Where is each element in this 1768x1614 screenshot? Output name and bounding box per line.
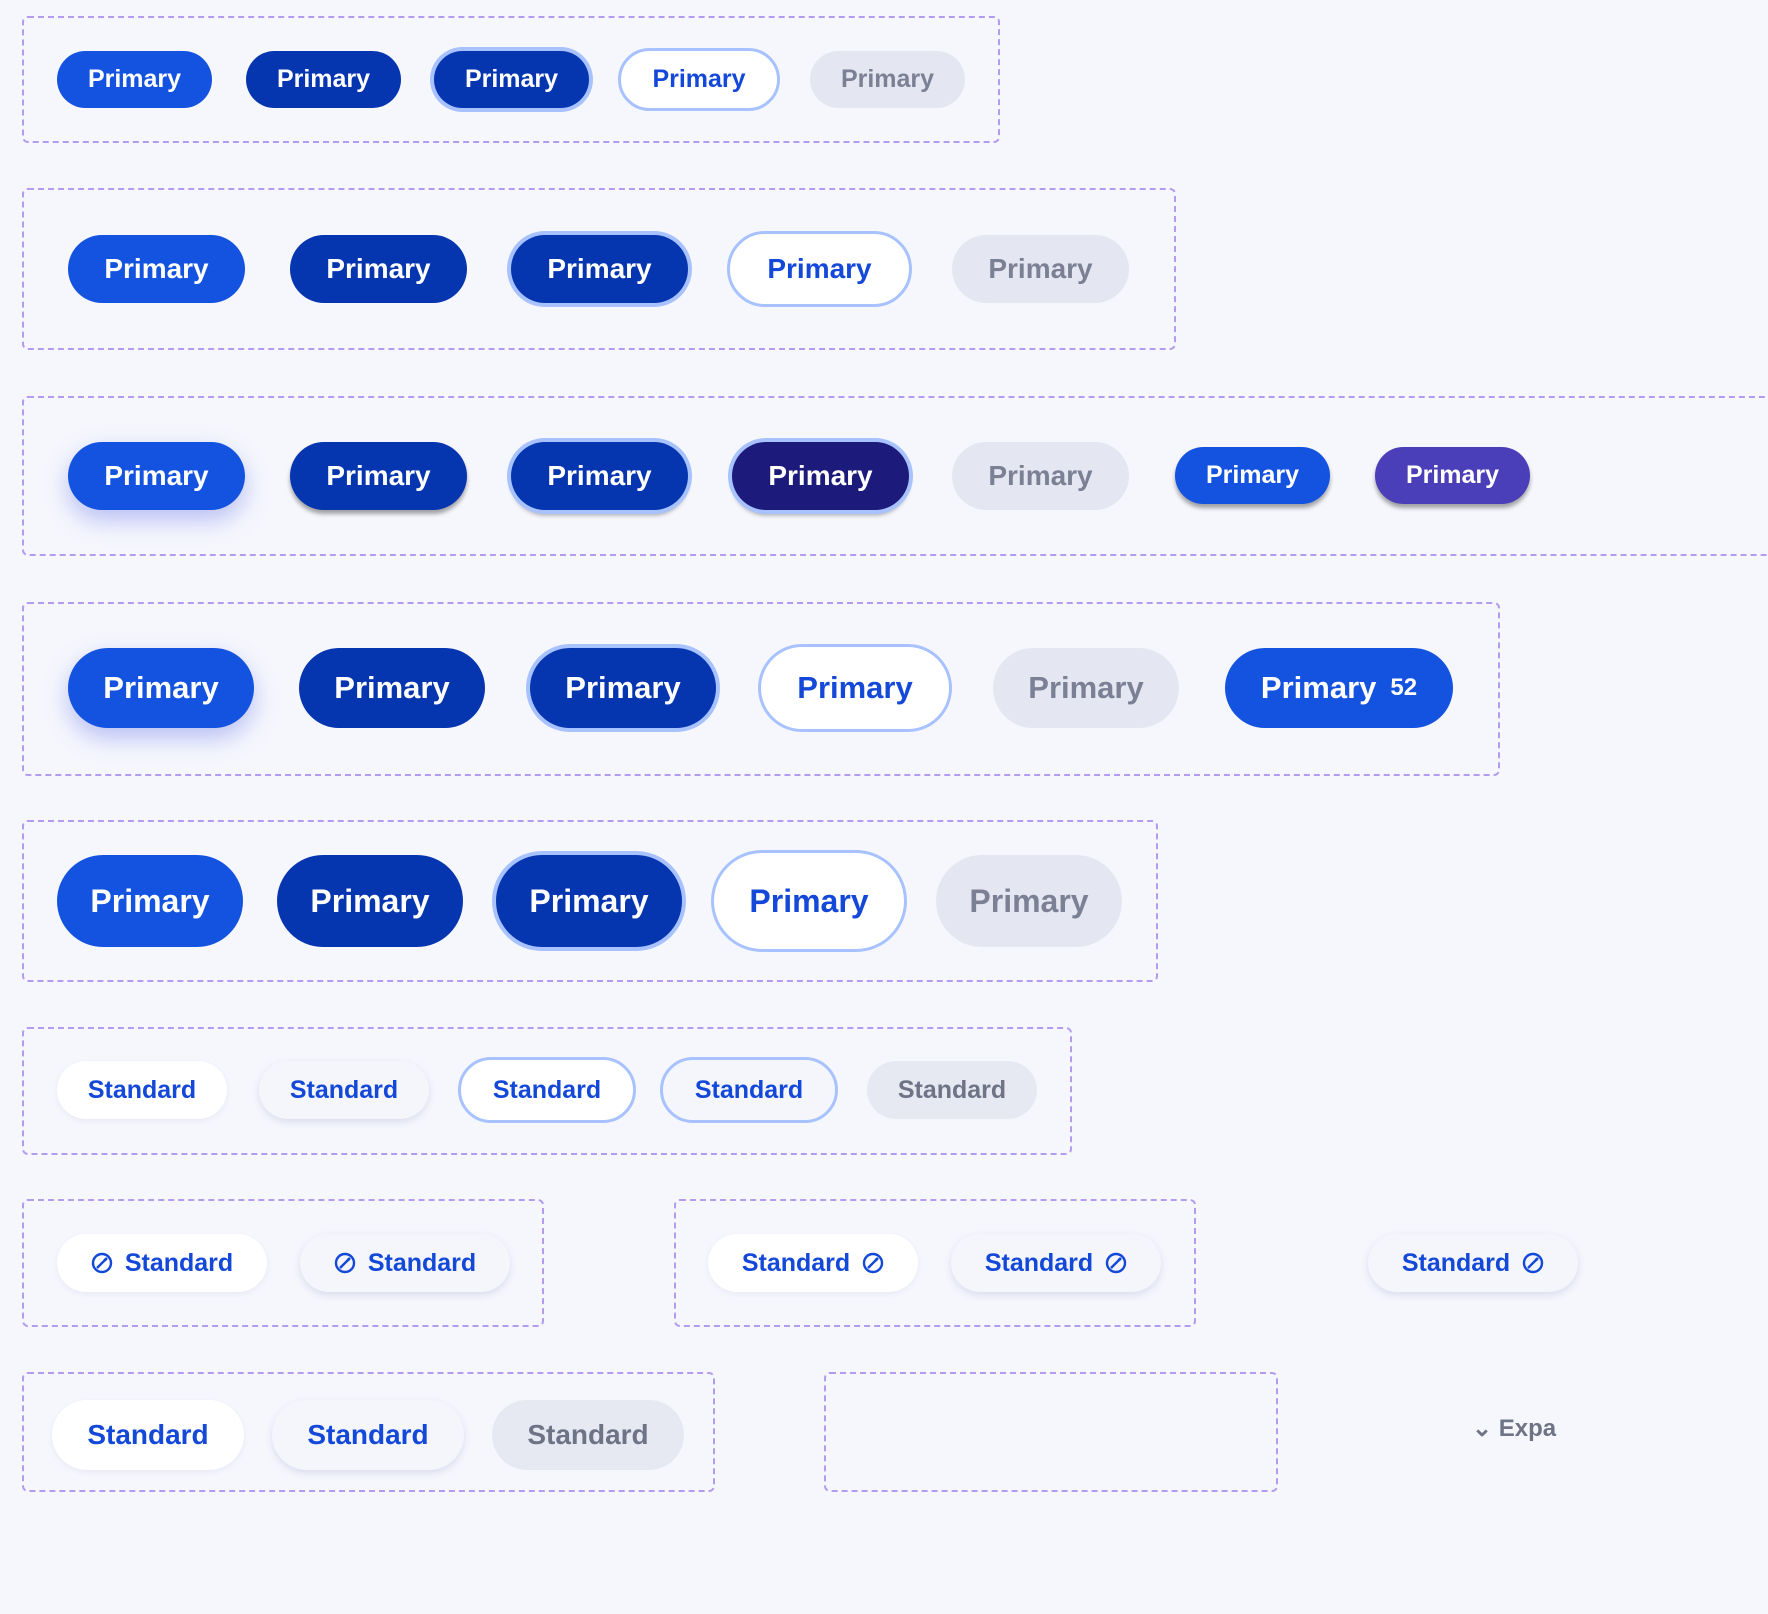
primary-button[interactable]: Primary — [511, 235, 688, 303]
primary-button[interactable]: Primary — [68, 648, 254, 728]
primary-button[interactable]: Primary — [57, 855, 243, 947]
edit-icon — [334, 1252, 356, 1274]
standard-button[interactable]: Standard — [272, 1400, 464, 1470]
primary-button[interactable]: Primary — [727, 231, 912, 307]
primary-button[interactable]: Primary — [758, 644, 952, 732]
button-label: Standard — [984, 1248, 1094, 1277]
primary-button[interactable]: Primary — [1175, 447, 1330, 504]
primary-button[interactable]: Primary — [68, 235, 245, 303]
primary-button[interactable]: Primary — [496, 855, 682, 947]
primary-button[interactable]: Primary — [732, 442, 909, 510]
primary-button[interactable]: Primary — [952, 442, 1129, 510]
primary-button[interactable]: Primary — [936, 855, 1122, 947]
chevron-down-icon: ⌄ — [1472, 1415, 1493, 1442]
expand-label: Expa — [1498, 1415, 1557, 1442]
standard-button-icon-left[interactable]: Standard — [57, 1234, 267, 1292]
primary-button-with-badge[interactable]: Primary 52 — [1225, 648, 1453, 728]
edit-icon — [862, 1252, 884, 1274]
primary-button[interactable]: Primary — [952, 235, 1129, 303]
primary-button[interactable]: Primary — [1375, 447, 1530, 504]
standard-button[interactable]: Standard — [458, 1057, 636, 1123]
standard-button[interactable]: Standard — [52, 1400, 244, 1470]
edit-icon — [1105, 1252, 1127, 1274]
primary-button[interactable]: Primary — [810, 51, 965, 108]
primary-button[interactable]: Primary — [68, 442, 245, 510]
primary-button[interactable]: Primary — [290, 442, 467, 510]
primary-button[interactable]: Primary — [57, 51, 212, 108]
primary-button[interactable]: Primary — [434, 51, 589, 108]
standard-button[interactable]: Standard — [57, 1061, 227, 1119]
button-label: Standard — [124, 1248, 234, 1277]
button-label: Standard — [367, 1248, 477, 1277]
primary-button[interactable]: Primary — [511, 442, 688, 510]
standard-button[interactable]: Standard — [660, 1057, 838, 1123]
primary-button[interactable]: Primary — [711, 850, 907, 952]
standard-button-icon-right[interactable]: Standard — [708, 1234, 918, 1292]
button-label: Standard — [1401, 1248, 1511, 1277]
standard-button-icon-right[interactable]: Standard — [1368, 1234, 1578, 1292]
standard-button-icon-left[interactable]: Standard — [300, 1234, 510, 1292]
count-badge: 52 — [1390, 674, 1418, 701]
standard-button[interactable]: Standard — [259, 1061, 429, 1119]
primary-button[interactable]: Primary — [246, 51, 401, 108]
standard-button[interactable]: Standard — [867, 1061, 1037, 1119]
standard-button[interactable]: Standard — [492, 1400, 684, 1470]
expand-link[interactable]: ⌄ Expa — [1472, 1414, 1556, 1443]
primary-button[interactable]: Primary — [993, 648, 1179, 728]
standard-button-icon-right[interactable]: Standard — [951, 1234, 1161, 1292]
button-label: Standard — [741, 1248, 851, 1277]
primary-button[interactable]: Primary — [618, 48, 780, 111]
primary-button[interactable]: Primary — [530, 648, 716, 728]
primary-button[interactable]: Primary — [277, 855, 463, 947]
edit-icon — [91, 1252, 113, 1274]
button-label: Primary — [1260, 670, 1377, 705]
primary-button[interactable]: Primary — [290, 235, 467, 303]
text-button-group — [824, 1372, 1278, 1492]
edit-icon — [1522, 1252, 1544, 1274]
primary-button[interactable]: Primary — [299, 648, 485, 728]
